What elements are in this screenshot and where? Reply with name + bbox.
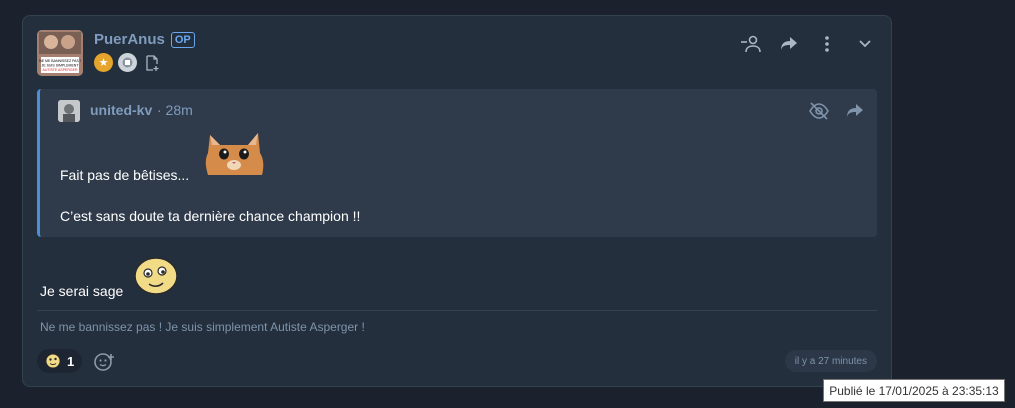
chevron-down-icon[interactable] — [853, 32, 877, 56]
message-text: Je serai sage — [40, 283, 124, 299]
signature-divider — [37, 310, 877, 311]
quote-text-line2: C’est sans doute ta dernière chance cham… — [60, 208, 361, 224]
author-badges: ★ — [94, 53, 161, 72]
cat-sticker-image — [204, 125, 264, 179]
gray-badge-icon[interactable] — [118, 53, 137, 72]
user-signature: Ne me bannissez pas ! Je suis simplement… — [40, 320, 365, 334]
quote-author-name[interactable]: united-kv — [90, 102, 152, 118]
author-name[interactable]: PuerAnus — [94, 31, 165, 48]
post-actions — [739, 32, 877, 56]
post-card: NE ME BANNISSEZ PAS ! JE SUIS SIMPLEMENT… — [22, 15, 892, 387]
quote-actions — [807, 99, 867, 123]
remove-user-icon[interactable] — [739, 32, 763, 56]
add-reaction-icon[interactable] — [93, 351, 115, 373]
reaction-chip[interactable]: 1 — [37, 349, 83, 373]
author-row: PuerAnus OP — [94, 31, 195, 48]
avatar-sign-line1: NE ME BANNISSEZ PAS ! — [39, 59, 81, 63]
post-time[interactable]: il y a 27 minutes — [784, 350, 877, 372]
reaction-count: 1 — [67, 353, 75, 369]
smiley-reaction-icon — [45, 353, 61, 369]
quote-time: · 28m — [157, 102, 193, 118]
quote-author-avatar[interactable] — [58, 100, 80, 122]
document-add-icon[interactable] — [142, 53, 161, 72]
avatar-sign-line3: AUTISTE ASPERGER — [42, 68, 77, 72]
quote-text-line1: Fait pas de bêtises... — [60, 167, 190, 183]
timestamp-tooltip: Publié le 17/01/2025 à 23:35:13 — [823, 379, 1005, 402]
quoted-message: united-kv · 28m Fait pas de bêtises... C… — [37, 89, 877, 237]
share-icon[interactable] — [777, 32, 801, 56]
star-badge-icon[interactable]: ★ — [94, 53, 113, 72]
author-avatar[interactable]: NE ME BANNISSEZ PAS ! JE SUIS SIMPLEMENT… — [37, 30, 83, 76]
avatar-sign-line2: JE SUIS SIMPLEMENT — [42, 64, 80, 68]
more-options-icon[interactable] — [815, 32, 839, 56]
share-icon[interactable] — [843, 99, 867, 123]
op-badge: OP — [170, 31, 195, 48]
hide-eye-icon[interactable] — [807, 99, 831, 123]
smiley-sticker-image — [133, 256, 179, 296]
